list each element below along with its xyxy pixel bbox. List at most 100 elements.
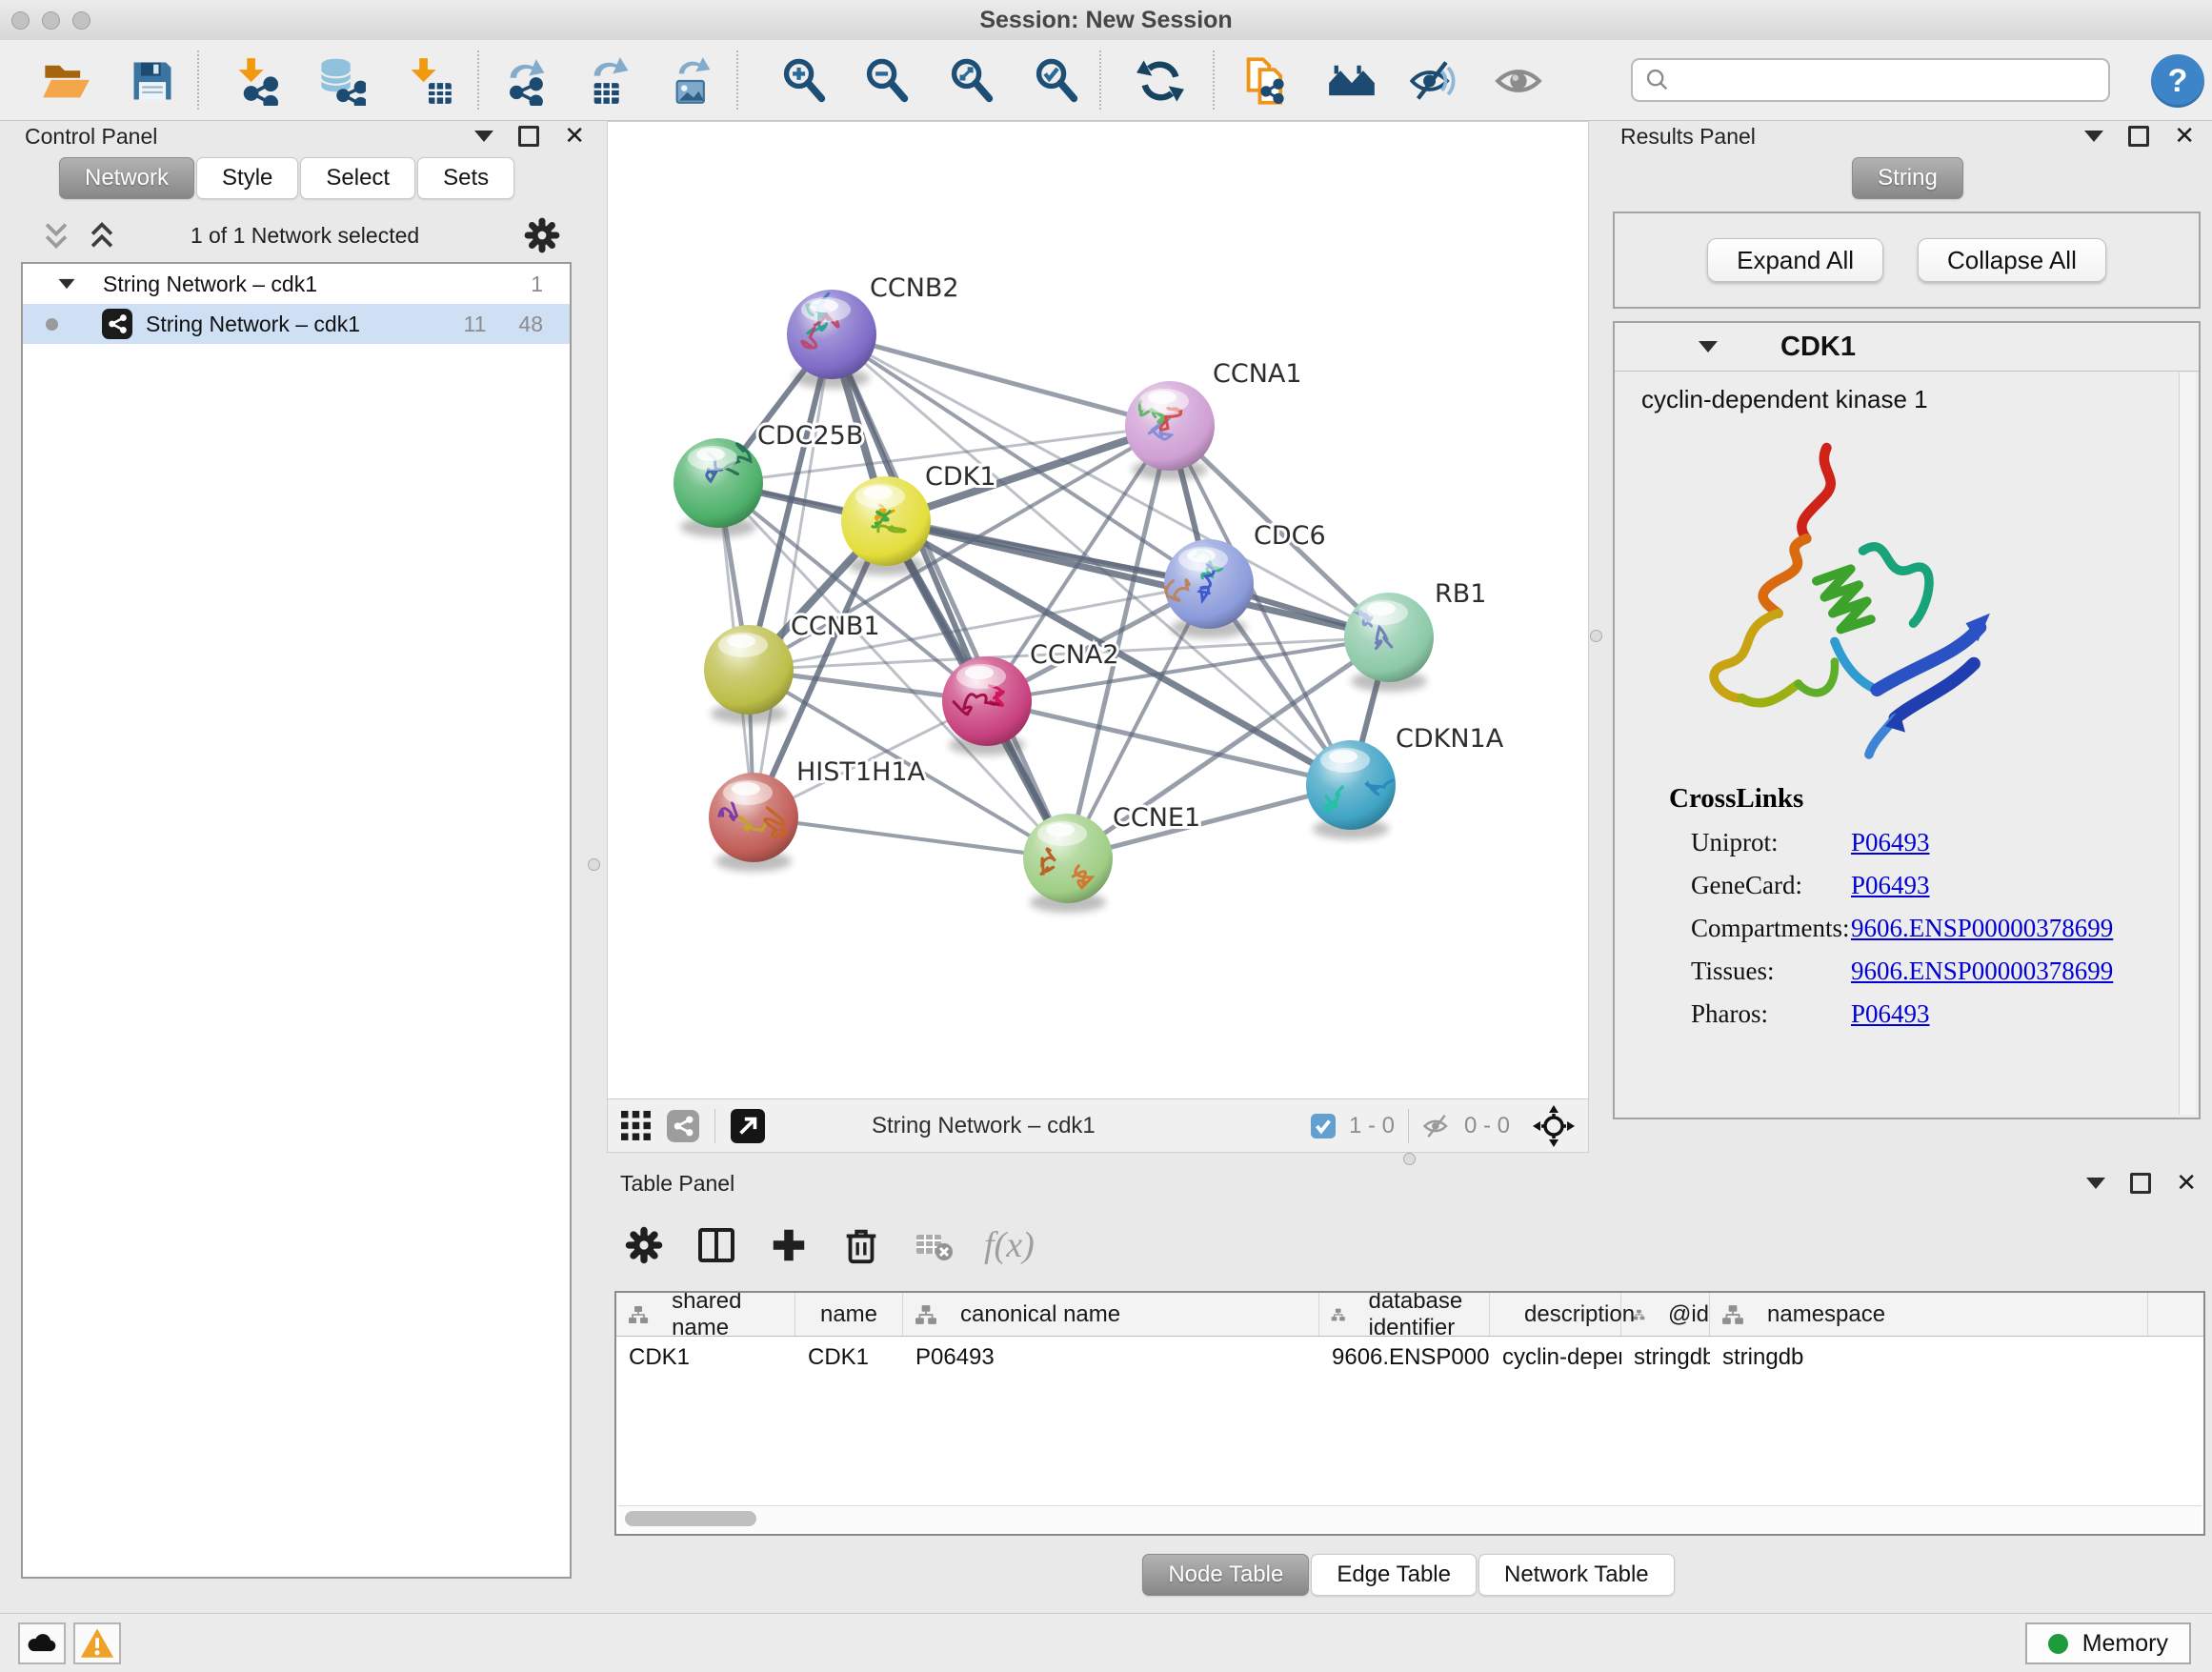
column-header-namespace[interactable]: namespace <box>1710 1293 2148 1336</box>
tab-select[interactable]: Select <box>300 157 415 199</box>
cloud-button[interactable] <box>18 1622 66 1664</box>
selected-checkbox-icon[interactable] <box>1311 1114 1336 1138</box>
export-network-button[interactable] <box>499 53 554 109</box>
panel-float-icon[interactable] <box>2130 1173 2151 1194</box>
crosslink-link[interactable]: 9606.ENSP00000378699 <box>1851 914 2113 943</box>
tab-network[interactable]: Network <box>59 157 194 199</box>
table-cell[interactable]: CDK1 <box>616 1337 795 1379</box>
zoom-fit-button[interactable] <box>944 53 999 109</box>
open-view-icon[interactable] <box>731 1109 765 1143</box>
show-columns-button[interactable] <box>694 1223 738 1267</box>
expand-all-button[interactable]: Expand All <box>1707 238 1883 282</box>
zoom-in-button[interactable] <box>776 53 832 109</box>
tab-string[interactable]: String <box>1852 157 1963 199</box>
crosslink-link[interactable]: P06493 <box>1851 999 1930 1029</box>
network-options-button[interactable] <box>522 214 564 256</box>
pan-crosshair-icon[interactable] <box>1533 1105 1575 1147</box>
horizontal-splitter-handle[interactable] <box>1403 1153 1416 1165</box>
table-cell[interactable]: CDK1 <box>795 1337 903 1379</box>
table-options-button[interactable] <box>622 1223 666 1267</box>
tab-network-table[interactable]: Network Table <box>1478 1554 1675 1596</box>
column-header-name[interactable]: name <box>795 1293 903 1336</box>
column-header-canonical-name[interactable]: canonical name <box>903 1293 1319 1336</box>
search-input[interactable] <box>1679 66 2097 94</box>
grid-view-icon[interactable] <box>621 1111 652 1141</box>
results-scrollbar[interactable] <box>2179 373 2196 1115</box>
cloud-icon <box>25 1626 59 1661</box>
gene-section-header[interactable]: CDK1 <box>1615 323 2199 372</box>
help-button[interactable]: ? <box>2151 54 2204 108</box>
network-collection-row[interactable]: String Network – cdk1 1 <box>23 264 570 304</box>
network-share-badge-icon[interactable] <box>667 1110 699 1142</box>
zoom-selected-button[interactable] <box>1029 53 1084 109</box>
panel-float-icon[interactable] <box>2128 126 2149 147</box>
panel-close-icon[interactable]: ✕ <box>2174 124 2195 149</box>
function-builder-button[interactable]: f(x) <box>984 1223 1035 1267</box>
crosslink-link[interactable]: P06493 <box>1851 828 1930 857</box>
network-node-hist1h1a[interactable]: HIST1H1A <box>709 757 926 862</box>
save-session-button[interactable] <box>125 53 180 109</box>
crosslink-link[interactable]: 9606.ENSP00000378699 <box>1851 957 2113 986</box>
network-node-cdkn1a[interactable]: CDKN1A <box>1306 724 1504 830</box>
toolbar-separator <box>736 50 738 110</box>
apply-layout-button[interactable] <box>1133 53 1188 109</box>
table-cell[interactable]: stringdb:9... <box>1621 1337 1710 1379</box>
tab-sets[interactable]: Sets <box>417 157 514 199</box>
crosslink-link[interactable]: P06493 <box>1851 871 1930 900</box>
import-network-database-button[interactable] <box>313 53 369 109</box>
tab-edge-table[interactable]: Edge Table <box>1311 1554 1477 1596</box>
column-header-database-identifier[interactable]: database identifier <box>1319 1293 1490 1336</box>
collapse-all-button[interactable]: Collapse All <box>1918 238 2106 282</box>
column-tree-icon <box>1721 1304 1744 1325</box>
table-row[interactable]: CDK1CDK1P064939606.ENSP00000378699cyclin… <box>616 1337 2205 1379</box>
open-session-button[interactable] <box>38 53 93 109</box>
panel-menu-icon[interactable] <box>474 131 493 142</box>
delete-table-button[interactable] <box>912 1223 955 1267</box>
network-node-ccne1[interactable]: CCNE1 <box>1023 803 1200 903</box>
tab-node-table[interactable]: Node Table <box>1142 1554 1309 1596</box>
add-column-button[interactable] <box>767 1223 811 1267</box>
table-cell[interactable]: cyclin-dependent ... <box>1490 1337 1621 1379</box>
left-splitter-handle[interactable] <box>588 858 600 871</box>
toolbar-separator <box>197 50 199 110</box>
hidden-eye-slash-icon[interactable] <box>1422 1112 1451 1140</box>
column-header-shared-name[interactable]: shared name <box>616 1293 795 1336</box>
panel-close-icon[interactable]: ✕ <box>2176 1171 2197 1196</box>
show-graphics-button[interactable] <box>1491 53 1546 109</box>
network-node-cdk1[interactable]: CDK1 <box>841 462 996 566</box>
panel-menu-icon[interactable] <box>2086 1178 2105 1189</box>
column-label: shared name <box>672 1291 794 1341</box>
delete-column-button[interactable] <box>839 1223 883 1267</box>
memory-button[interactable]: Memory <box>2025 1622 2191 1664</box>
column-header-description[interactable]: description <box>1490 1293 1621 1336</box>
network-row-selected[interactable]: String Network – cdk1 11 48 <box>23 304 570 344</box>
gene-collapse-icon[interactable] <box>1699 341 1718 353</box>
selected-counts: 1 - 0 <box>1349 1113 1395 1139</box>
import-network-file-button[interactable] <box>229 53 284 109</box>
scrollbar-thumb[interactable] <box>625 1511 756 1526</box>
collection-expand-icon[interactable] <box>59 279 75 289</box>
search-field[interactable] <box>1631 58 2110 102</box>
glass-ball-effect-button[interactable] <box>1407 53 1462 109</box>
panel-float-icon[interactable] <box>518 126 539 147</box>
copy-network-button[interactable] <box>1238 53 1294 109</box>
export-image-button[interactable] <box>666 53 721 109</box>
tab-style[interactable]: Style <box>196 157 298 199</box>
panel-close-icon[interactable]: ✕ <box>564 124 585 149</box>
warnings-button[interactable] <box>73 1622 121 1664</box>
table-horizontal-scrollbar[interactable] <box>618 1505 2202 1532</box>
column-header--id[interactable]: @id <box>1621 1293 1710 1336</box>
table-cell[interactable]: stringdb <box>1710 1337 2148 1379</box>
panel-menu-icon[interactable] <box>2084 131 2103 142</box>
zoom-out-button[interactable] <box>859 53 915 109</box>
table-cell[interactable]: P06493 <box>903 1337 1319 1379</box>
string-home-button[interactable] <box>1324 53 1379 109</box>
network-node-ccna1[interactable]: CCNA1 <box>1125 359 1302 471</box>
export-table-button[interactable] <box>583 53 638 109</box>
network-canvas[interactable]: CCNB2CCNA1CDC25BCDK1CDC6RB1CCNB1CCNA2CDK… <box>608 122 1588 1098</box>
network-node-rb1[interactable]: RB1 <box>1344 579 1486 682</box>
table-cell[interactable]: 9606.ENSP00000378699 <box>1319 1337 1490 1379</box>
import-table-button[interactable] <box>401 53 456 109</box>
memory-status-dot <box>2048 1634 2068 1654</box>
right-splitter-handle[interactable] <box>1590 630 1602 642</box>
